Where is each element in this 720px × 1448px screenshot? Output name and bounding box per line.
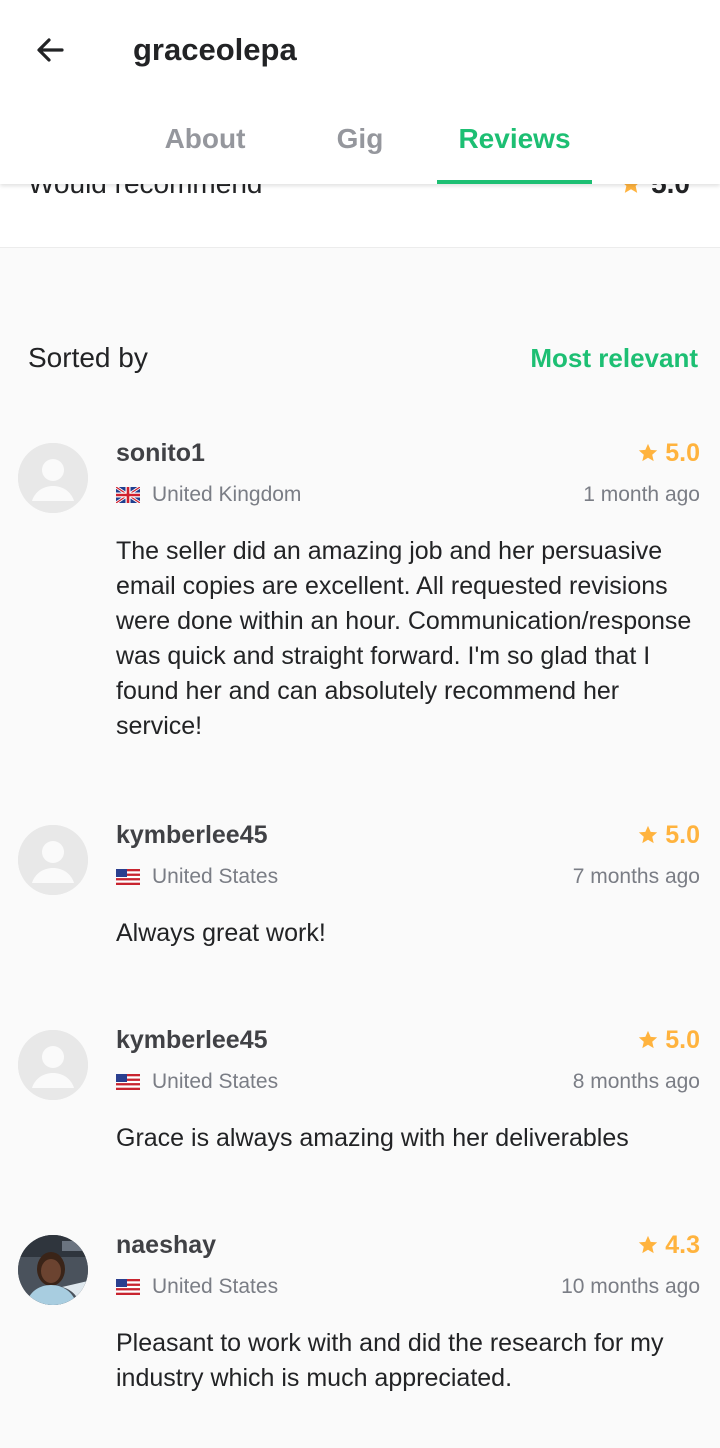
review-item: naeshay 4.3 United States 10 months ago …	[0, 1228, 720, 1408]
top-header: graceolepa About Gig Reviews	[0, 0, 720, 184]
review-item: sonito1 5.0 United Kingdom 1 month ago T…	[0, 436, 720, 756]
review-text: Grace is always amazing with her deliver…	[116, 1124, 629, 1152]
reviewer-username[interactable]: kymberlee45	[116, 818, 268, 852]
sort-dropdown[interactable]: Most relevant	[530, 338, 698, 378]
avatar[interactable]	[18, 825, 88, 895]
country-name: United States	[152, 865, 279, 888]
avatar[interactable]	[18, 1030, 88, 1100]
rating-value: 5.0	[665, 1026, 700, 1054]
user-photo-icon	[18, 1235, 88, 1305]
us-flag-icon	[116, 869, 140, 885]
rating-value: 4.3	[665, 1231, 700, 1259]
tab-gig[interactable]: Gig	[285, 110, 435, 184]
rating-value: 5.0	[665, 821, 700, 849]
uk-flag-icon	[116, 487, 140, 503]
review-time: 7 months ago	[572, 865, 700, 888]
reviewer-country: United States	[116, 862, 278, 892]
review-text: Always great work!	[116, 919, 326, 947]
user-placeholder-icon	[18, 1030, 88, 1100]
us-flag-icon	[116, 1279, 140, 1295]
reviewer-username[interactable]: naeshay	[116, 1228, 216, 1262]
review-rating: 5.0	[637, 436, 700, 470]
page-title: graceolepa	[133, 32, 297, 67]
review-time: 8 months ago	[572, 1070, 700, 1093]
reviewer-country: United States	[116, 1272, 278, 1302]
rating-value: 5.0	[665, 439, 700, 467]
reviewer-username[interactable]: sonito1	[116, 436, 205, 470]
star-icon	[639, 1235, 658, 1254]
review-rating: 5.0	[637, 1023, 700, 1057]
review-time: 10 months ago	[561, 1275, 700, 1298]
review-time: 1 month ago	[583, 483, 700, 506]
active-tab-indicator	[437, 180, 592, 184]
sort-label: Sorted by	[28, 342, 148, 373]
star-icon	[639, 443, 658, 462]
country-name: United States	[152, 1275, 279, 1298]
tab-reviews[interactable]: Reviews	[437, 110, 592, 184]
tab-about[interactable]: About	[130, 110, 280, 184]
review-item: kymberlee45 5.0 United States 8 months a…	[0, 1023, 720, 1163]
country-name: United Kingdom	[152, 483, 302, 506]
tab-reviews-label: Reviews	[458, 123, 571, 154]
reviewer-username[interactable]: kymberlee45	[116, 1023, 268, 1057]
reviewer-country: United States	[116, 1067, 278, 1097]
review-text: The seller did an amazing job and her pe…	[116, 537, 692, 740]
star-icon	[639, 825, 658, 844]
sort-row: Sorted by Most relevant	[0, 338, 720, 378]
user-placeholder-icon	[18, 443, 88, 513]
review-rating: 5.0	[637, 818, 700, 852]
avatar[interactable]	[18, 443, 88, 513]
us-flag-icon	[116, 1074, 140, 1090]
avatar[interactable]	[18, 1235, 88, 1305]
reviewer-country: United Kingdom	[116, 480, 301, 510]
review-item: kymberlee45 5.0 United States 7 months a…	[0, 818, 720, 958]
user-placeholder-icon	[18, 825, 88, 895]
tab-bar: About Gig Reviews	[0, 110, 720, 184]
review-rating: 4.3	[637, 1228, 700, 1262]
back-arrow-icon	[37, 38, 64, 62]
star-icon	[639, 1030, 658, 1049]
back-button[interactable]	[28, 28, 72, 72]
country-name: United States	[152, 1070, 279, 1093]
review-text: Pleasant to work with and did the resear…	[116, 1329, 664, 1392]
